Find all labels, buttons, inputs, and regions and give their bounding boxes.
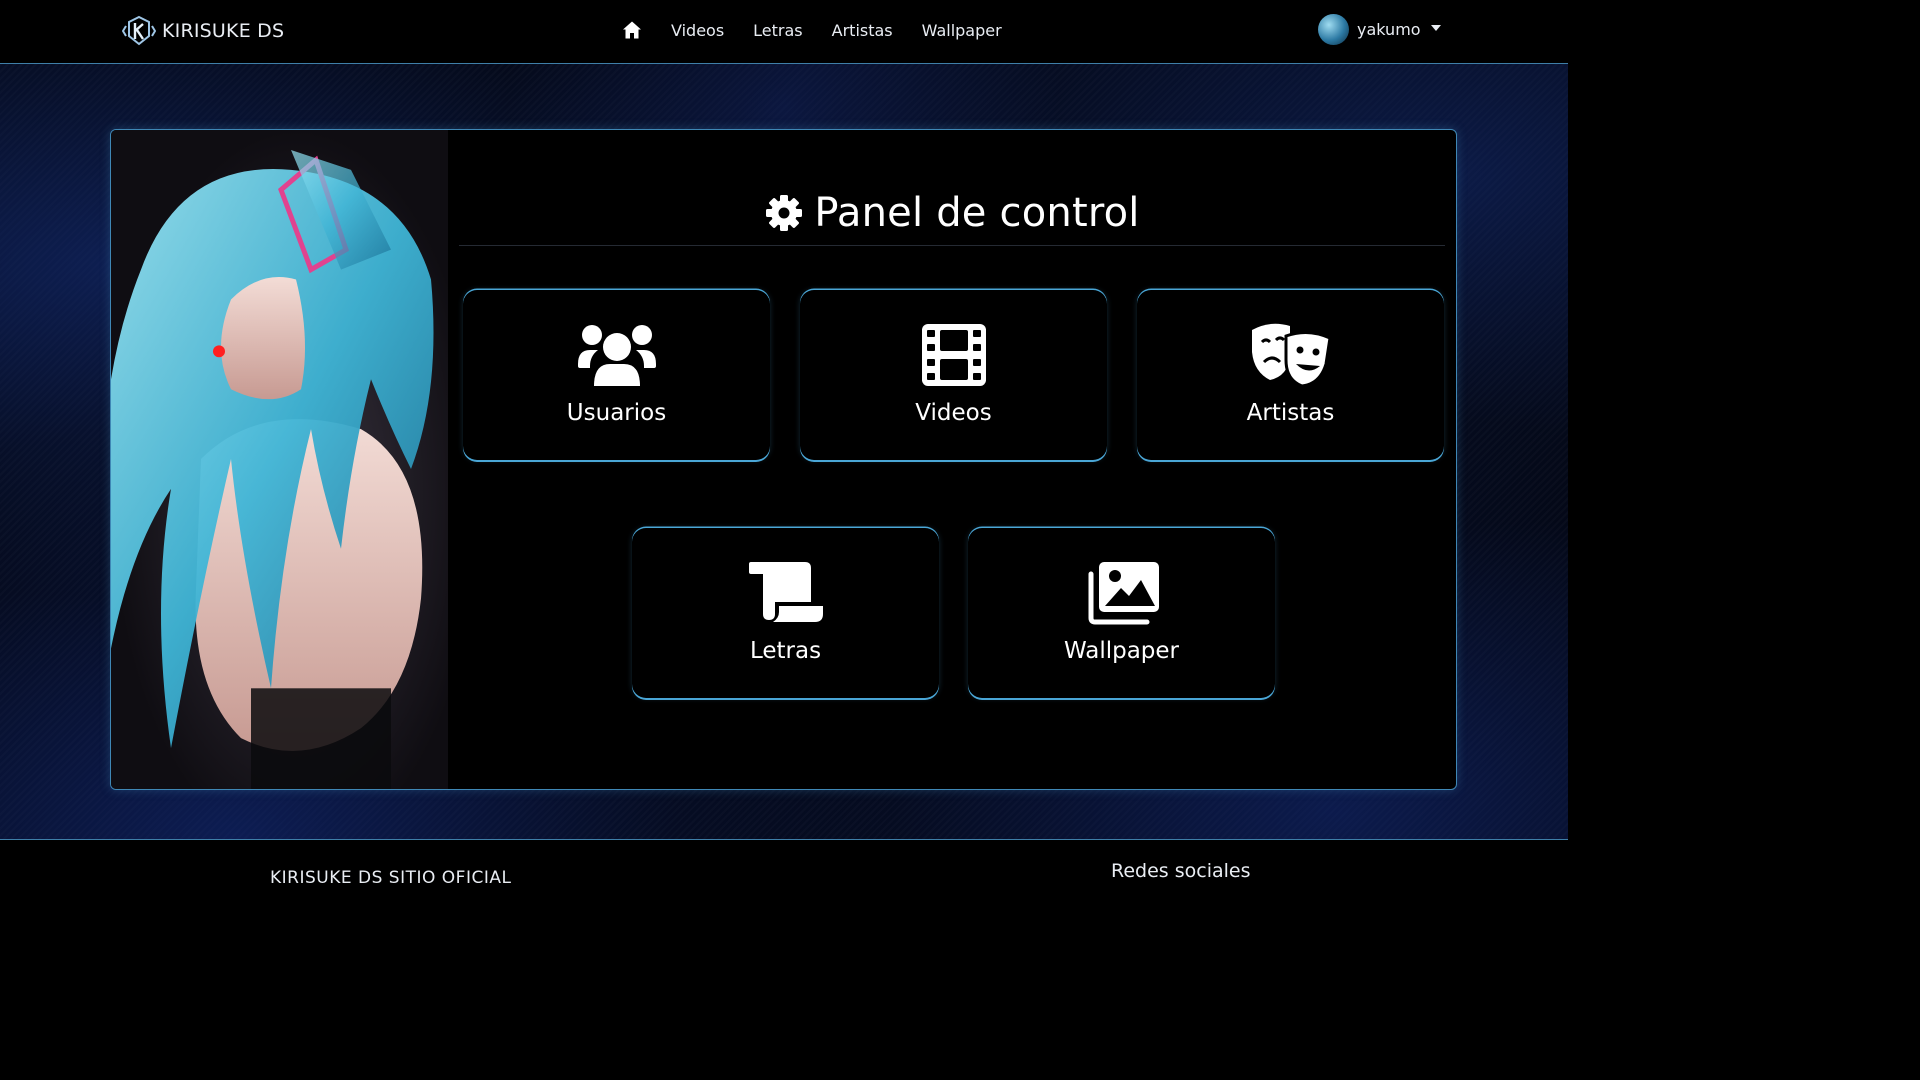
page-title: Panel de control [459,180,1445,246]
user-menu[interactable]: yakumo [1318,14,1441,45]
top-navbar: KIRISUKE DS Videos Letras Artistas Wallp… [0,0,1568,64]
nav-link-videos[interactable]: Videos [671,21,724,40]
chevron-down-icon [1430,24,1441,31]
footer-site-title: KIRISUKE DS SITIO OFICIAL [270,868,512,888]
theater-masks-icon [1251,323,1332,388]
footer: KIRISUKE DS SITIO OFICIAL Redes sociales [0,839,1568,888]
nav-link-wallpaper[interactable]: Wallpaper [922,21,1002,40]
nav-link-artistas[interactable]: Artistas [832,21,893,40]
scroll-icon [748,562,823,622]
brand-logo-icon [122,15,156,46]
main-nav: Videos Letras Artistas Wallpaper [622,20,1031,40]
card-letras[interactable]: Letras [632,528,939,698]
film-icon [921,324,986,386]
brand[interactable]: KIRISUKE DS [122,14,284,48]
card-artistas-label: Artistas [1246,400,1335,426]
card-artistas[interactable]: Artistas [1137,290,1444,460]
card-videos-label: Videos [915,400,992,426]
footer-social-heading: Redes sociales [1111,860,1251,882]
brand-name: KIRISUKE DS [162,20,285,42]
panel-title: Panel de control [814,189,1140,236]
card-letras-label: Letras [749,638,822,664]
users-icon [577,325,656,386]
gear-icon [766,194,803,231]
anime-illustration [111,130,448,789]
card-usuarios[interactable]: Usuarios [463,290,770,460]
username: yakumo [1357,20,1421,39]
card-wallpaper-label: Wallpaper [1063,638,1180,664]
nav-link-letras[interactable]: Letras [753,21,802,40]
control-panel: Panel de control Usuarios Videos Artista… [110,129,1457,790]
card-usuarios-label: Usuarios [566,400,667,426]
card-wallpaper[interactable]: Wallpaper [968,528,1275,698]
avatar [1318,14,1349,45]
card-videos[interactable]: Videos [800,290,1107,460]
home-icon[interactable] [622,20,642,40]
images-icon [1088,562,1159,625]
